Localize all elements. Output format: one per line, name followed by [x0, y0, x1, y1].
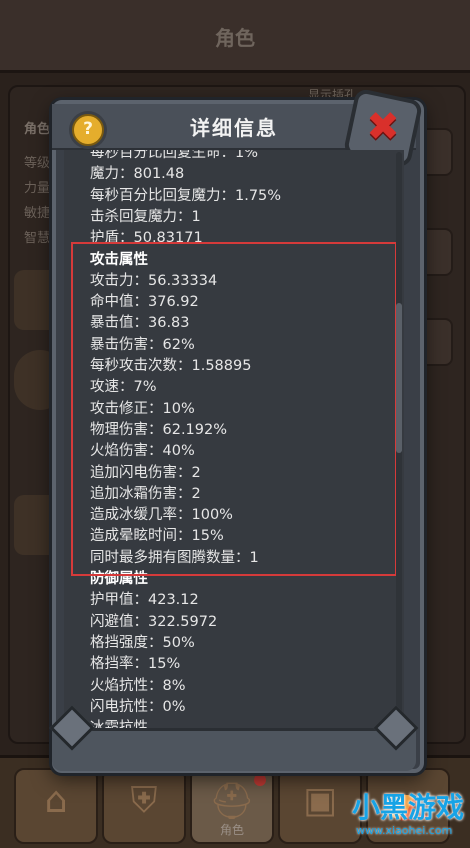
attack-attributes-highlight: [71, 242, 397, 576]
question-icon: ?: [83, 119, 93, 139]
modal-frame-bottom: [52, 728, 416, 771]
watermark-text: 小黑游戏: [352, 791, 465, 824]
stat-line: 魔力：801.48: [90, 166, 185, 183]
stat-label-agility: 敏捷: [24, 206, 51, 221]
helmet-icon: ⛑: [209, 781, 255, 822]
stat-line: 格挡率：15%: [90, 656, 181, 673]
close-icon: ✖: [366, 104, 400, 150]
stat-label-wisdom: 智慧: [24, 231, 51, 246]
stat-label-strength: 力量: [24, 181, 51, 196]
background-header: 角色: [0, 0, 470, 73]
nav-role-button[interactable]: ⛑ 角色: [190, 768, 274, 844]
nav-equipment-button[interactable]: ⛨: [102, 768, 186, 844]
home-icon: ⌂: [44, 780, 68, 821]
equipment-icon: ⛨: [130, 780, 158, 821]
stat-line: 格挡强度：50%: [90, 634, 195, 651]
scrollbar[interactable]: [396, 152, 402, 732]
nav-home-button[interactable]: ⌂: [14, 768, 98, 844]
watermark-logo: 小黑游戏 www.xiaohei.com: [282, 780, 470, 845]
help-button[interactable]: ?: [72, 114, 104, 146]
stat-label-level: 等级: [24, 156, 51, 171]
scrollbar-thumb[interactable]: [396, 302, 402, 453]
stat-line: 每秒百分比回复魔力：1.75%: [90, 187, 282, 204]
stat-line: 击杀回复魔力：1: [90, 208, 201, 225]
role-title: 角色: [24, 122, 51, 137]
background-title: 角色: [215, 26, 255, 50]
stat-line: 每秒百分比回复生命：1%: [90, 150, 259, 161]
stat-line: 闪避值：322.5972: [90, 613, 218, 630]
notification-badge: [254, 774, 266, 786]
stat-line: 闪电抗性：0%: [90, 698, 186, 715]
watermark-url: www.xiaohei.com: [356, 824, 453, 837]
nav-role-label: 角色: [219, 823, 244, 837]
stat-line: 火焰抗性：8%: [90, 677, 186, 694]
stat-line: 护甲值：423.12: [90, 592, 199, 609]
